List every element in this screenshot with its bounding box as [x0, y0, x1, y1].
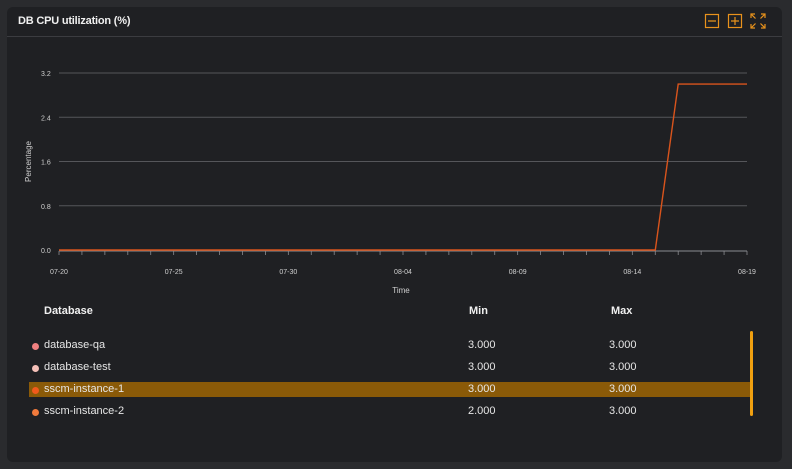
database-name: sscm-instance-1: [44, 383, 125, 395]
min-value: 2.000: [468, 405, 496, 417]
y-tick-label: 0.8: [41, 204, 51, 211]
max-value: 3.000: [609, 405, 637, 417]
series-color-dot: [32, 387, 39, 394]
max-value: 3.000: [609, 361, 637, 373]
database-name: database-qa: [44, 339, 106, 351]
add-icon[interactable]: [727, 13, 743, 29]
table-row[interactable]: sscm-instance-1 3.000 3.000: [29, 382, 752, 397]
panel-title: DB CPU utilization (%): [18, 15, 131, 27]
table-row[interactable]: database-qa 3.000 3.000: [29, 338, 752, 353]
database-name: sscm-instance-2: [44, 405, 125, 417]
x-tick-label: 08-09: [509, 269, 527, 276]
database-name: database-test: [44, 361, 111, 373]
minimize-icon[interactable]: [704, 13, 720, 29]
cpu-line-chart: 0.0 0.8 1.6 2.4 3.2 07-20 07-25 07-30 08-04 08-09…: [24, 71, 756, 295]
min-value: 3.000: [468, 361, 496, 373]
col-header-max[interactable]: Max: [611, 305, 632, 317]
y-tick-label: 3.2: [41, 71, 51, 78]
series-color-dot: [32, 409, 39, 416]
table-row[interactable]: sscm-instance-33.0003.000: [29, 426, 752, 427]
table-scrollbar[interactable]: [750, 331, 753, 416]
series-color-dot: [32, 343, 39, 350]
table-row[interactable]: database-test 3.000 3.000: [29, 360, 752, 375]
max-value: 3.000: [609, 339, 637, 351]
y-tick-label: 0.0: [41, 248, 51, 255]
x-tick-label: 08-19: [738, 269, 756, 276]
x-tick-label: 07-25: [165, 269, 183, 276]
x-tick-label: 07-30: [279, 269, 297, 276]
min-value: 3.000: [468, 339, 496, 351]
col-header-database[interactable]: Database: [44, 305, 93, 317]
x-axis-title: Time: [392, 286, 410, 295]
x-tick-label: 08-04: [394, 269, 412, 276]
chart-panel: DB CPU utilization (%) 0.0 0.8 1.6 2.4 3.2 07…: [7, 7, 782, 462]
min-value: 3.000: [468, 383, 496, 395]
table-body: database-qa 3.000 3.000 database-test 3.000 3…: [29, 327, 759, 427]
panel-header: DB CPU utilization (%): [7, 7, 782, 37]
series-color-dot: [32, 365, 39, 372]
y-tick-label: 1.6: [41, 160, 51, 167]
col-header-min[interactable]: Min: [469, 305, 488, 317]
series-line: [59, 83, 747, 251]
expand-icon[interactable]: [750, 13, 766, 29]
x-tick-label: 08-14: [623, 269, 641, 276]
x-tick-label: 07-20: [50, 269, 68, 276]
y-tick-label: 2.4: [41, 115, 51, 122]
table-row[interactable]: sscm-instance-2 2.000 3.000: [29, 404, 752, 419]
y-axis-title: Percentage: [24, 140, 33, 181]
max-value: 3.000: [609, 383, 637, 395]
